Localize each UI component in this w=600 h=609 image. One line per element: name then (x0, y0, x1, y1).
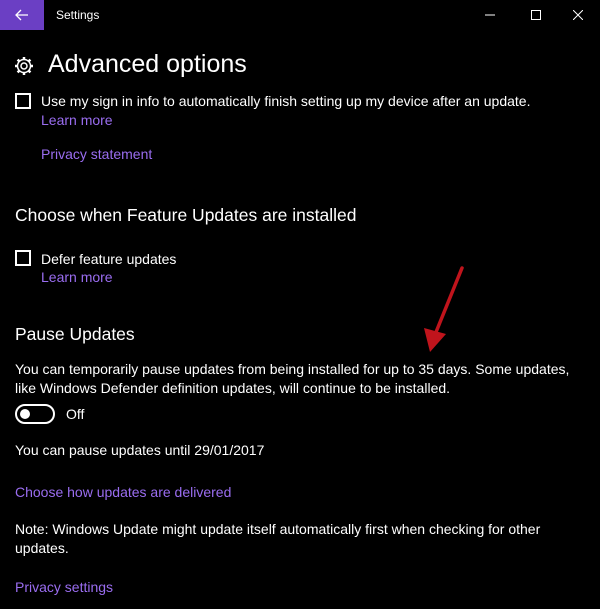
defer-feature-updates-checkbox[interactable] (15, 250, 31, 266)
close-icon (573, 10, 583, 20)
pause-updates-heading: Pause Updates (15, 324, 135, 344)
maximize-icon (531, 10, 541, 20)
back-arrow-icon (15, 9, 28, 21)
note-text: Note: Windows Update might update itself… (15, 521, 541, 556)
page-title: Advanced options (48, 50, 247, 78)
signin-checkbox[interactable] (15, 93, 31, 109)
back-button[interactable] (0, 0, 44, 30)
defer-feature-updates-label: Defer feature updates (41, 251, 177, 267)
minimize-button[interactable] (468, 0, 512, 30)
window-title: Settings (56, 8, 100, 22)
toggle-knob (20, 409, 30, 419)
feature-updates-heading: Choose when Feature Updates are installe… (15, 205, 357, 225)
annotation-arrow-icon (424, 266, 464, 352)
maximize-button[interactable] (514, 0, 558, 30)
signin-label: Use my sign in info to automatically fin… (41, 93, 531, 109)
feature-updates-learn-more-link[interactable]: Learn more (41, 269, 113, 285)
title-bar: Settings (0, 0, 600, 32)
privacy-settings-link[interactable]: Privacy settings (15, 579, 113, 595)
pause-toggle-state: Off (66, 406, 85, 422)
pause-until-text: You can pause updates until 29/01/2017 (15, 442, 265, 458)
gear-icon (15, 57, 33, 75)
delivery-options-link[interactable]: Choose how updates are delivered (15, 484, 231, 500)
close-button[interactable] (556, 0, 600, 30)
signin-learn-more-link[interactable]: Learn more (41, 112, 113, 128)
minimize-icon (485, 14, 495, 16)
pause-updates-description: You can temporarily pause updates from b… (15, 361, 570, 396)
privacy-statement-link[interactable]: Privacy statement (41, 146, 152, 162)
pause-updates-toggle[interactable] (15, 404, 55, 424)
